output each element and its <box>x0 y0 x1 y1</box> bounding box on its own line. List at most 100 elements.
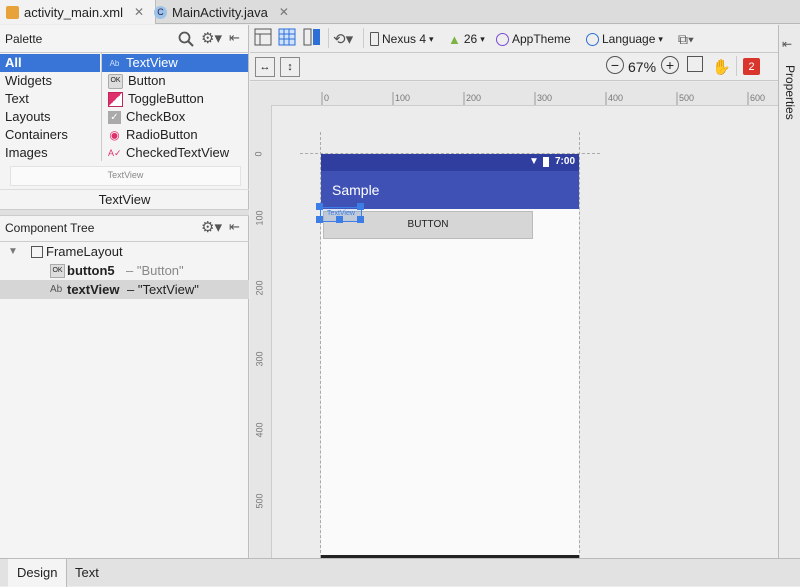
properties-label[interactable]: Properties <box>783 65 797 123</box>
vertical-ruler: 0 100 200 300 400 500 <box>250 105 272 558</box>
palette-item-checkbox[interactable]: ✓ CheckBox <box>102 108 248 126</box>
wifi-icon: ▼ <box>529 156 539 167</box>
palette-title: Palette <box>5 31 43 46</box>
checkbox-icon: ✓ <box>108 110 121 124</box>
palette-category-text[interactable]: Text <box>0 90 100 108</box>
resize-handle[interactable] <box>316 203 323 210</box>
divider <box>328 28 329 48</box>
palette-item-label: ToggleButton <box>128 91 204 106</box>
status-bar: ▼ 7:00 <box>321 154 579 171</box>
close-icon[interactable]: ✕ <box>134 5 144 19</box>
api-selector[interactable]: ▲ 26 ▾ <box>448 28 485 50</box>
ruler-ticks <box>321 92 749 105</box>
component-tree-header: Component Tree ⚙▾ ⇤ <box>0 214 249 242</box>
zoom-fit-icon[interactable] <box>687 56 703 72</box>
globe-icon <box>586 32 599 46</box>
resize-handle[interactable] <box>357 203 364 210</box>
resize-handle[interactable] <box>336 216 343 223</box>
tree-row-button5[interactable]: OK button5 – "Button" <box>0 261 249 280</box>
ruler-label: 600 <box>750 93 766 103</box>
divider <box>736 56 737 76</box>
expand-triangle-icon[interactable]: ▼ <box>8 242 18 261</box>
guide-line <box>579 132 581 558</box>
palette-item-label: RadioButton <box>126 127 198 142</box>
error-count-badge[interactable]: 2 <box>743 58 760 75</box>
ruler-label: 500 <box>254 493 265 509</box>
button-icon: OK <box>50 264 65 278</box>
design-canvas[interactable]: 0 100 200 300 400 500 600 0 100 200 300 … <box>250 82 778 558</box>
both-views-icon[interactable] <box>303 28 321 50</box>
language-selector[interactable]: Language ▾ <box>586 28 663 50</box>
close-icon[interactable]: ✕ <box>279 5 289 19</box>
zoom-in-icon[interactable]: + <box>661 56 679 74</box>
palette-category-images[interactable]: Images <box>0 144 100 162</box>
toggle-icon <box>108 91 123 107</box>
tree-row-textview[interactable]: Ab textView – "TextView" <box>0 280 249 299</box>
hide-panel-icon[interactable]: ⇤ <box>229 219 240 235</box>
palette-item-checkedtextview[interactable]: A✓ CheckedTextView <box>102 144 248 162</box>
tree-id: button5 <box>67 263 115 278</box>
ruler-label: 200 <box>254 280 265 296</box>
vertical-resize-icon[interactable]: ↕ <box>280 57 300 77</box>
tab-design[interactable]: Design <box>8 559 68 587</box>
phone-icon <box>370 32 379 46</box>
palette-item-togglebutton[interactable]: ToggleButton <box>102 90 248 108</box>
resize-handle[interactable] <box>357 216 364 223</box>
ruler-label: 0 <box>253 151 264 157</box>
tree-id: textView <box>67 282 120 297</box>
gear-icon[interactable]: ⚙▾ <box>201 29 222 47</box>
search-icon[interactable] <box>178 31 194 47</box>
layout-variants-icon[interactable]: ⧉▾ <box>678 28 694 50</box>
tab-main-activity[interactable]: C MainActivity.java ✕ <box>148 0 295 24</box>
ruler-label: 200 <box>466 93 482 103</box>
textview-icon: Ab <box>109 58 120 68</box>
pan-hand-icon[interactable]: ✋ <box>712 56 731 78</box>
status-time: 7:00 <box>555 156 576 167</box>
gear-icon[interactable]: ⚙▾ <box>201 218 222 236</box>
theme-selector[interactable]: AppTheme <box>496 28 571 50</box>
ruler-label: 500 <box>679 93 695 103</box>
palette-category-layouts[interactable]: Layouts <box>0 108 100 126</box>
palette-category-containers[interactable]: Containers <box>0 126 100 144</box>
canvas-toolbar: ↔ ↕ − 67% + ✋ 2 <box>250 53 778 81</box>
palette-item-button[interactable]: OK Button <box>102 72 248 90</box>
selected-palette-name: TextView <box>0 189 249 210</box>
palette-category-all[interactable]: All <box>0 54 100 72</box>
palette-item-textview[interactable]: Ab TextView <box>102 54 248 72</box>
device-screen[interactable]: ▼ 7:00 Sample BUTTON TextView <box>316 154 579 558</box>
palette-item-label: TextView <box>126 55 178 70</box>
theme-icon <box>496 32 509 46</box>
component-tree-title: Component Tree <box>5 220 95 235</box>
tab-text[interactable]: Text <box>66 559 108 587</box>
language-label: Language <box>602 32 656 46</box>
orientation-icon[interactable]: ⟲▾ <box>333 28 353 50</box>
left-panel: Palette ⚙▾ ⇤ All Widgets Text Layouts Co… <box>0 25 249 558</box>
design-view-icon[interactable] <box>254 28 272 50</box>
blueprint-view-icon[interactable] <box>278 28 296 50</box>
app-title: Sample <box>332 182 380 198</box>
ruler-label: 100 <box>254 210 265 226</box>
api-label: 26 <box>463 32 478 46</box>
palette-item-label: CheckBox <box>126 109 186 124</box>
palette-item-radiobutton[interactable]: ◉ RadioButton <box>102 126 248 144</box>
palette-item-label: CheckedTextView <box>126 145 230 160</box>
properties-panel-strip[interactable]: ⇤ Properties <box>778 25 800 558</box>
framelayout-icon <box>31 246 43 258</box>
button-icon: OK <box>108 73 123 89</box>
android-icon: ▲ <box>448 31 461 47</box>
tab-activity-main[interactable]: activity_main.xml ✕ <box>0 0 156 24</box>
device-selector[interactable]: Nexus 4 ▾ <box>370 28 434 50</box>
tree-row-framelayout[interactable]: ▼ FrameLayout <box>0 242 249 261</box>
tab-label: activity_main.xml <box>24 4 123 20</box>
tab-label: MainActivity.java <box>172 4 268 20</box>
resize-handle[interactable] <box>316 216 323 223</box>
hide-panel-icon[interactable]: ⇤ <box>229 30 240 46</box>
horizontal-resize-icon[interactable]: ↔ <box>255 57 275 77</box>
palette-item-label: Button <box>128 73 166 88</box>
checked-textview-icon: A✓ <box>108 147 122 158</box>
zoom-out-icon[interactable]: − <box>606 56 624 74</box>
hide-panel-icon[interactable]: ⇤ <box>782 37 792 51</box>
palette-category-widgets[interactable]: Widgets <box>0 72 100 90</box>
ruler-label: 300 <box>537 93 553 103</box>
palette-header: Palette ⚙▾ ⇤ <box>0 25 249 53</box>
